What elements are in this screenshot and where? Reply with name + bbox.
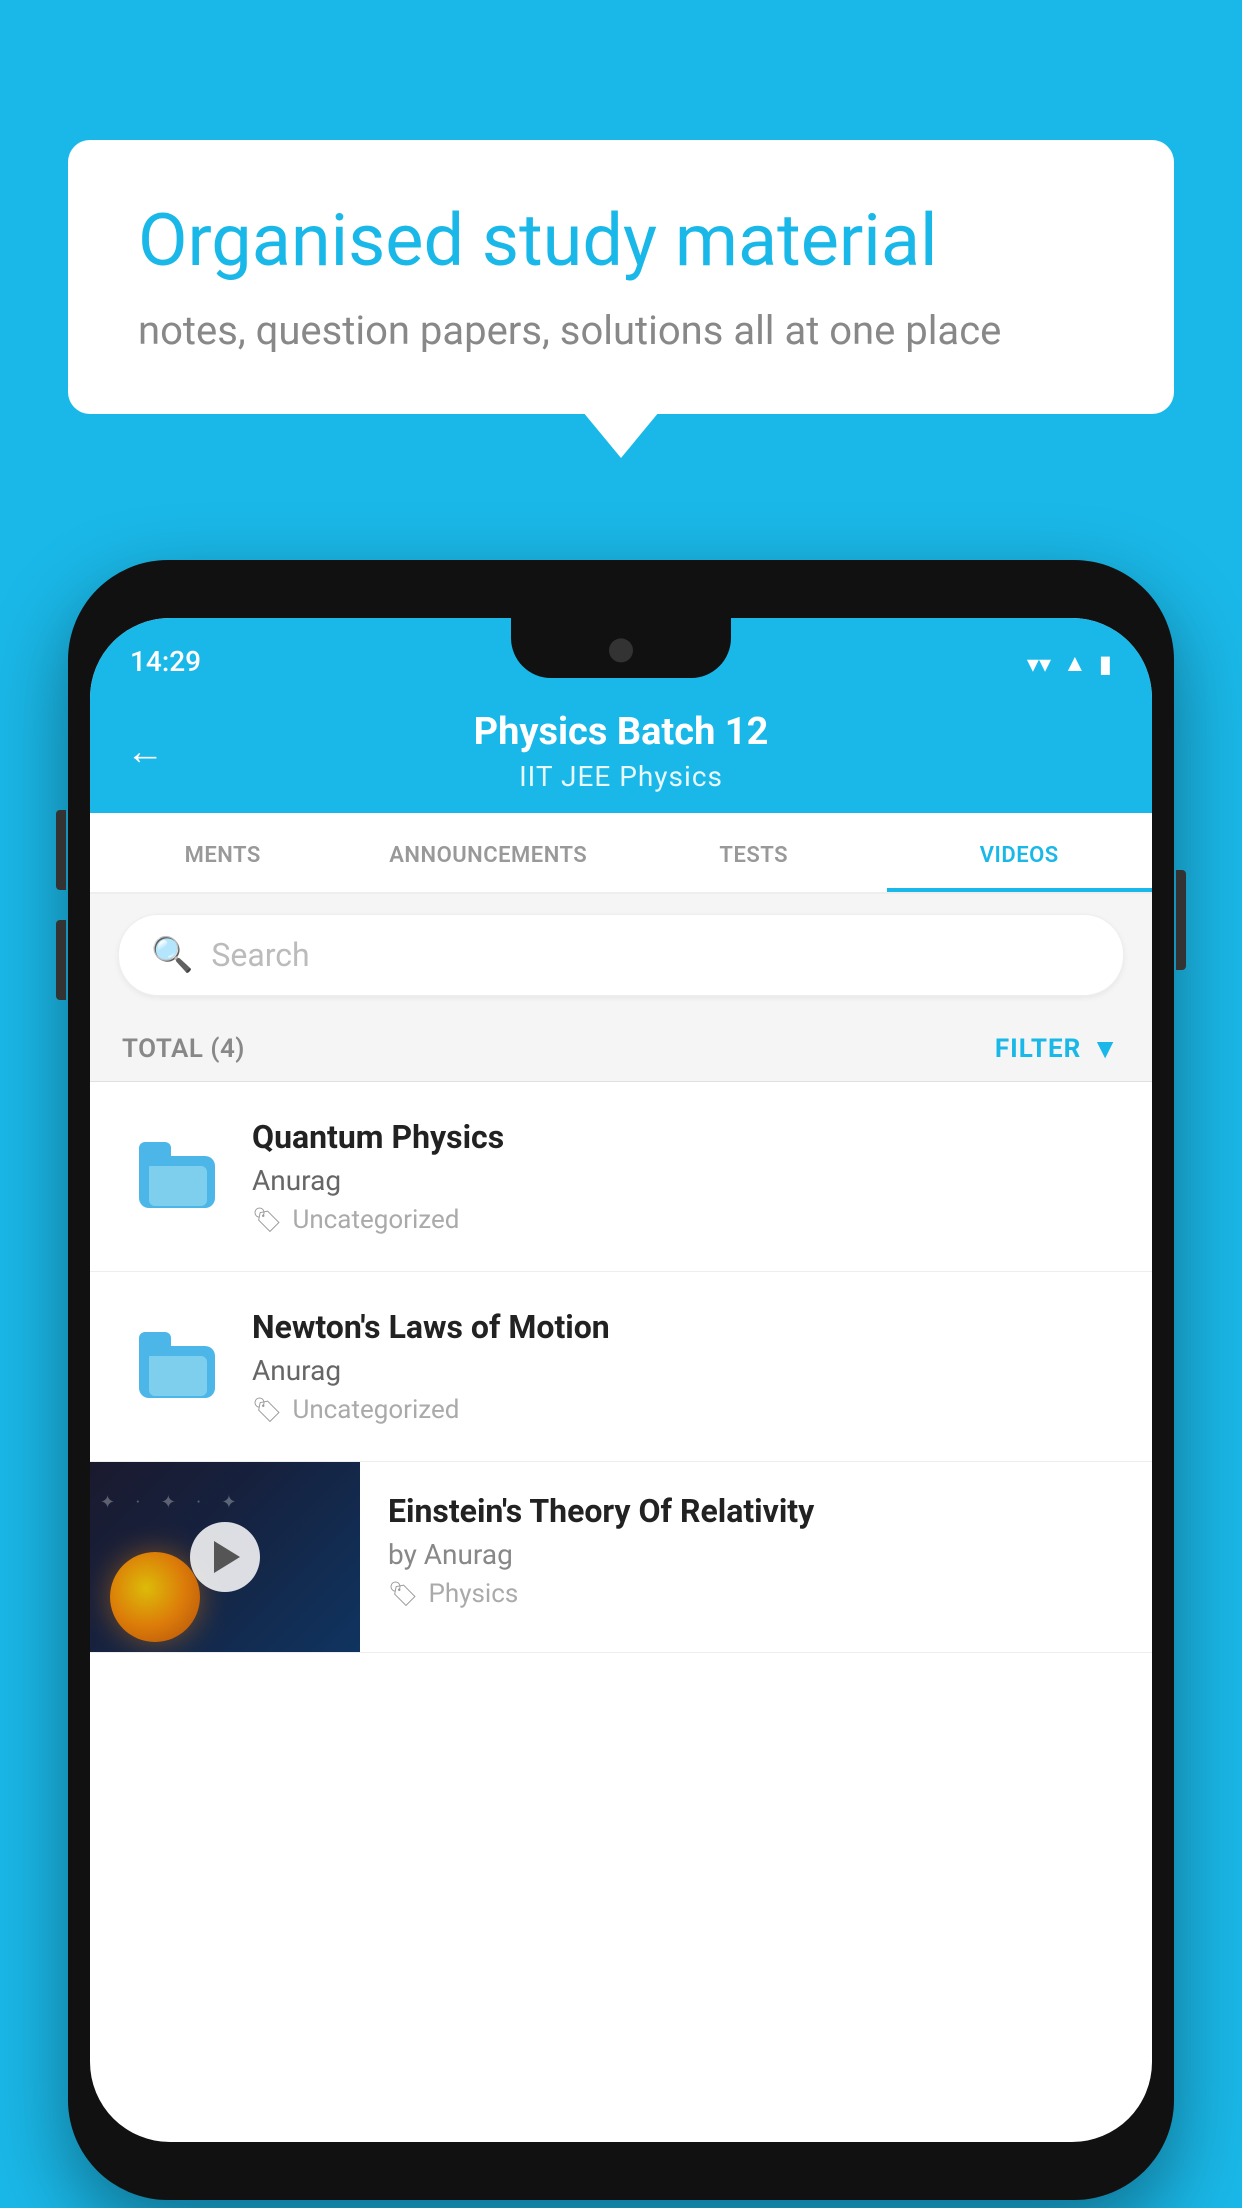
bubble-title: Organised study material — [138, 200, 1104, 283]
signal-icon: ▲ — [1063, 649, 1087, 678]
item-icon-wrap — [122, 1146, 232, 1208]
app-header: ← Physics Batch 12 IIT JEE Physics — [90, 690, 1152, 813]
list-item[interactable]: Quantum Physics Anurag 🏷 Uncategorized — [90, 1082, 1152, 1272]
list-item[interactable]: Newton's Laws of Motion Anurag 🏷 Uncateg… — [90, 1272, 1152, 1462]
filter-label: FILTER — [995, 1034, 1081, 1064]
item-author: Anurag — [252, 1164, 1120, 1197]
sphere-glow — [110, 1552, 200, 1642]
list-container: Quantum Physics Anurag 🏷 Uncategorized — [90, 1082, 1152, 1653]
phone-screen: 14:29 ▾▾ ▲ ▮ ← Physics Batch 12 IIT JEE … — [90, 618, 1152, 2142]
search-bar[interactable]: 🔍 Search — [118, 914, 1124, 996]
folder-front — [147, 1354, 209, 1398]
folder-icon — [139, 1146, 215, 1208]
speech-bubble: Organised study material notes, question… — [68, 140, 1174, 414]
item-tag: 🏷 Physics — [388, 1579, 1124, 1609]
header-subtitle: IIT JEE Physics — [519, 760, 723, 793]
item-tag: 🏷 Uncategorized — [252, 1205, 1120, 1235]
tag-text: Uncategorized — [292, 1395, 459, 1425]
status-icons: ▾▾ ▲ ▮ — [1027, 649, 1112, 678]
folder-front — [147, 1164, 209, 1208]
tag-icon: 🏷 — [252, 1206, 282, 1234]
speech-bubble-container: Organised study material notes, question… — [68, 140, 1174, 414]
tabs-bar: MENTS ANNOUNCEMENTS TESTS VIDEOS — [90, 813, 1152, 894]
item-author: by Anurag — [388, 1538, 1124, 1571]
volume-button-down — [56, 920, 66, 1000]
item-details: Quantum Physics Anurag 🏷 Uncategorized — [232, 1118, 1120, 1235]
tab-ments[interactable]: MENTS — [90, 813, 356, 892]
filter-bar: TOTAL (4) FILTER ▼ — [90, 1016, 1152, 1082]
item-title: Quantum Physics — [252, 1118, 1120, 1156]
bubble-subtitle: notes, question papers, solutions all at… — [138, 307, 1104, 354]
item-details: Newton's Laws of Motion Anurag 🏷 Uncateg… — [232, 1308, 1120, 1425]
video-thumbnail — [90, 1462, 360, 1652]
play-icon — [214, 1541, 240, 1573]
item-icon-wrap — [122, 1336, 232, 1398]
tab-tests[interactable]: TESTS — [621, 813, 887, 892]
item-author: Anurag — [252, 1354, 1120, 1387]
power-button — [1176, 870, 1186, 970]
tag-icon: 🏷 — [388, 1580, 418, 1608]
phone-frame: 14:29 ▾▾ ▲ ▮ ← Physics Batch 12 IIT JEE … — [68, 560, 1174, 2200]
play-button[interactable] — [190, 1522, 260, 1592]
search-container: 🔍 Search — [90, 894, 1152, 1016]
search-placeholder: Search — [211, 936, 309, 974]
folder-icon — [139, 1336, 215, 1398]
volume-button-up — [56, 810, 66, 890]
search-icon: 🔍 — [151, 935, 193, 975]
total-count: TOTAL (4) — [122, 1034, 245, 1064]
list-item-thumb[interactable]: Einstein's Theory Of Relativity by Anura… — [90, 1462, 1152, 1653]
front-camera — [609, 638, 633, 662]
back-arrow-button[interactable]: ← — [126, 730, 164, 774]
item-tag: 🏷 Uncategorized — [252, 1395, 1120, 1425]
thumb-details: Einstein's Theory Of Relativity by Anura… — [360, 1462, 1152, 1639]
item-title: Newton's Laws of Motion — [252, 1308, 1120, 1346]
filter-button[interactable]: FILTER ▼ — [995, 1032, 1120, 1065]
filter-icon: ▼ — [1091, 1032, 1120, 1065]
wifi-icon: ▾▾ — [1027, 650, 1051, 678]
tag-icon: 🏷 — [252, 1396, 282, 1424]
tab-videos[interactable]: VIDEOS — [887, 813, 1153, 892]
tag-text: Physics — [428, 1579, 518, 1609]
status-time: 14:29 — [130, 645, 201, 678]
header-title: Physics Batch 12 — [474, 710, 769, 754]
notch — [511, 618, 731, 678]
battery-icon: ▮ — [1099, 650, 1112, 678]
item-title: Einstein's Theory Of Relativity — [388, 1492, 1124, 1530]
tab-announcements[interactable]: ANNOUNCEMENTS — [356, 813, 622, 892]
tag-text: Uncategorized — [292, 1205, 459, 1235]
